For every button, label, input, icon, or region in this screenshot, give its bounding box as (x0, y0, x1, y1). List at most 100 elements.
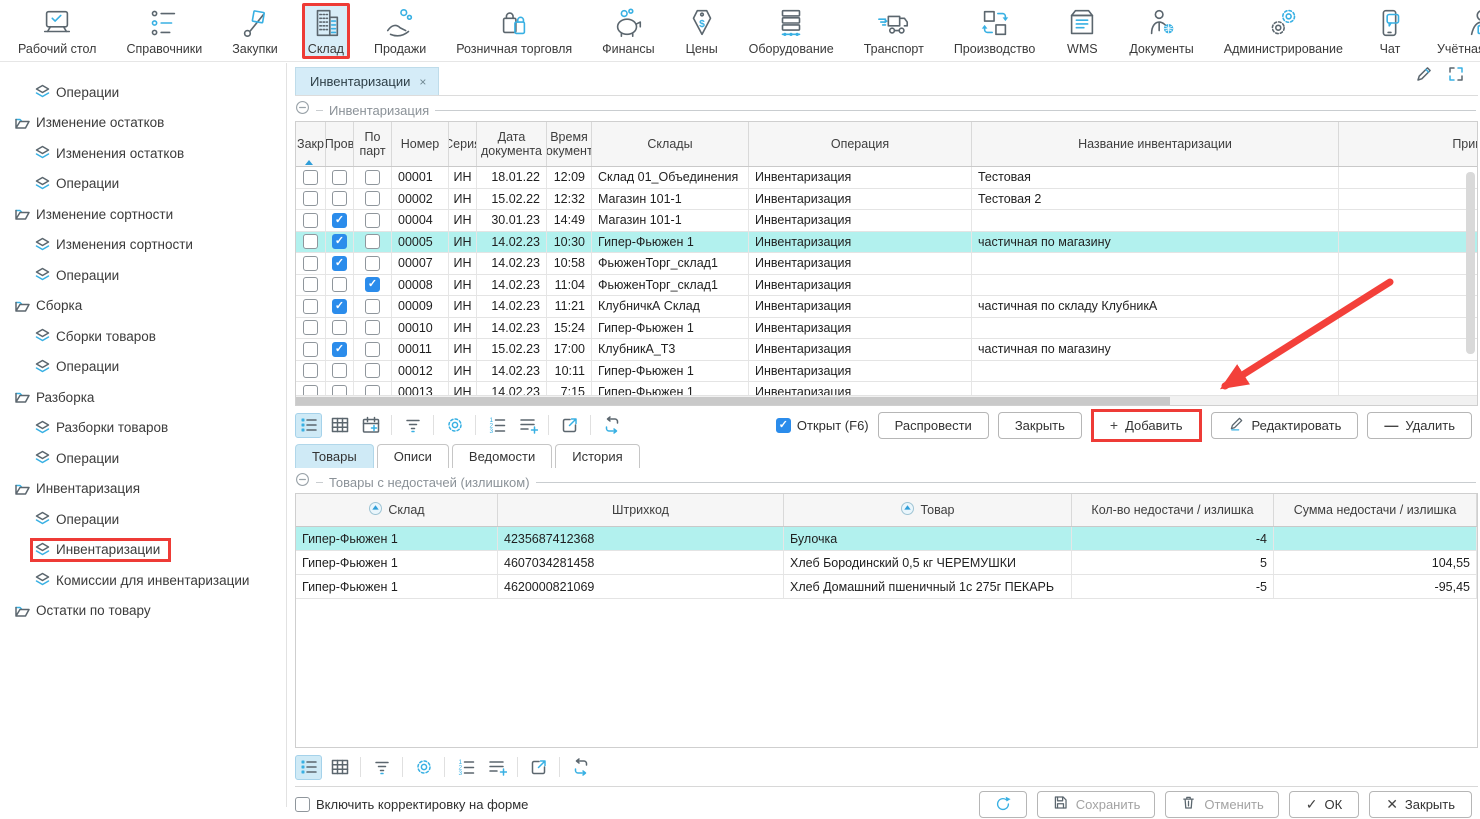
col-doc-date[interactable]: Дата документа (477, 122, 547, 166)
edit-pencil-icon[interactable] (1414, 64, 1434, 89)
ok-button[interactable]: ✓ОК (1289, 791, 1359, 818)
by-batch-checkbox[interactable] (365, 256, 380, 271)
posted-checkbox[interactable] (332, 256, 347, 271)
enable-adjustment-checkbox[interactable] (295, 797, 310, 812)
closed-checkbox[interactable] (303, 342, 318, 357)
close-doc-button[interactable]: Закрыть (998, 412, 1082, 439)
table-row[interactable]: 00005 ИН 14.02.23 10:30 Гипер-Фьюжен 1 И… (296, 232, 1477, 254)
sidebar-item[interactable]: Сборка (0, 291, 286, 322)
col-barcode[interactable]: Штрихкод (498, 494, 784, 526)
ribbon-item-production[interactable]: Производство (948, 3, 1042, 59)
ribbon-item-administration[interactable]: Администрирование (1218, 3, 1349, 59)
ribbon-item-retail[interactable]: Розничная торговля (450, 3, 578, 59)
sidebar-item[interactable]: Операции (0, 77, 286, 108)
vertical-scrollbar[interactable] (1466, 172, 1475, 354)
posted-checkbox[interactable] (332, 277, 347, 292)
settings-button[interactable] (441, 413, 468, 438)
ribbon-item-account[interactable]: Учётная запись (1431, 3, 1480, 59)
table-row[interactable]: 00004 ИН 30.01.23 14:49 Магазин 101-1 Ин… (296, 210, 1477, 232)
posted-checkbox[interactable] (332, 363, 347, 378)
view-calendar-button[interactable] (357, 413, 384, 438)
sidebar-item[interactable]: Инвентаризация (0, 474, 286, 505)
sidebar-item[interactable]: Изменение остатков (0, 108, 286, 139)
table-row[interactable]: 00002 ИН 15.02.22 12:32 Магазин 101-1 Ин… (296, 189, 1477, 211)
open-f6-checkbox[interactable] (776, 418, 791, 433)
sidebar-item[interactable]: Разборки товаров (0, 413, 286, 444)
col-posted[interactable]: Пров (326, 122, 354, 166)
view-grid-button[interactable] (326, 755, 353, 780)
reload-button[interactable] (567, 755, 594, 780)
sidebar-item[interactable]: Операции (0, 443, 286, 474)
posted-checkbox[interactable] (332, 320, 347, 335)
col-inventory-name[interactable]: Название инвентаризации (972, 122, 1339, 166)
posted-checkbox[interactable] (332, 191, 347, 206)
posted-checkbox[interactable] (332, 342, 347, 357)
by-batch-checkbox[interactable] (365, 320, 380, 335)
sidebar-item[interactable]: Операции (0, 260, 286, 291)
ribbon-item-warehouse[interactable]: Склад (302, 3, 350, 59)
posted-checkbox[interactable] (332, 170, 347, 185)
by-batch-checkbox[interactable] (365, 363, 380, 378)
collapse-icon[interactable] (295, 100, 310, 120)
open-external-button[interactable] (556, 413, 583, 438)
table-row[interactable]: 00009 ИН 14.02.23 11:21 КлубничкА Склад … (296, 296, 1477, 318)
edit-button[interactable]: Редактировать (1211, 412, 1359, 439)
numbered-list-button[interactable]: 123 (452, 755, 479, 780)
table-row[interactable]: 00012 ИН 14.02.23 10:11 Гипер-Фьюжен 1 И… (296, 361, 1477, 383)
add-list-button[interactable] (483, 755, 510, 780)
table-row[interactable]: 00007 ИН 14.02.23 10:58 ФьюженТорг_склад… (296, 253, 1477, 275)
sidebar-item[interactable]: Изменения остатков (0, 138, 286, 169)
table-row[interactable]: 00013 ИН 14.02.23 7:15 Гипер-Фьюжен 1 Ин… (296, 382, 1477, 396)
by-batch-checkbox[interactable] (365, 299, 380, 314)
filter-button[interactable] (368, 755, 395, 780)
ribbon-item-documents[interactable]: Документы (1123, 3, 1199, 59)
detail-tab[interactable]: Ведомости (452, 444, 552, 468)
unpost-button[interactable]: Распровести (878, 412, 989, 439)
close-form-button[interactable]: ✕Закрыть (1369, 791, 1472, 818)
col-operation[interactable]: Операция (749, 122, 972, 166)
view-list-button[interactable] (295, 413, 322, 438)
col-warehouses[interactable]: Склады (592, 122, 749, 166)
sidebar-item[interactable]: Инвентаризации (0, 535, 286, 566)
reload-button[interactable] (598, 413, 625, 438)
sidebar-item[interactable]: Сборки товаров (0, 321, 286, 352)
col-number[interactable]: Номер (392, 122, 449, 166)
by-batch-checkbox[interactable] (365, 342, 380, 357)
closed-checkbox[interactable] (303, 277, 318, 292)
ribbon-item-wms[interactable]: WMS (1059, 3, 1105, 59)
col-warehouse[interactable]: Склад (296, 494, 498, 526)
col-by-batch[interactable]: По парт (354, 122, 392, 166)
sidebar-item[interactable]: Изменения сортности (0, 230, 286, 261)
view-grid-button[interactable] (326, 413, 353, 438)
table-row[interactable]: Гипер-Фьюжен 1 4607034281458 Хлеб Бороди… (296, 551, 1477, 575)
numbered-list-button[interactable]: 123 (483, 413, 510, 438)
by-batch-checkbox[interactable] (365, 191, 380, 206)
closed-checkbox[interactable] (303, 191, 318, 206)
sidebar-item[interactable]: Остатки по товару (0, 596, 286, 627)
ribbon-item-sales[interactable]: Продажи (368, 3, 432, 59)
closed-checkbox[interactable] (303, 213, 318, 228)
ribbon-item-finance[interactable]: Финансы (596, 3, 660, 59)
settings-button[interactable] (410, 755, 437, 780)
col-doc-time[interactable]: Время документа (547, 122, 592, 166)
ribbon-item-purchases[interactable]: Закупки (226, 3, 284, 59)
table-row[interactable]: Гипер-Фьюжен 1 4235687412368 Булочка -4 (296, 527, 1477, 551)
ribbon-item-prices[interactable]: $ Цены (679, 3, 725, 59)
col-note[interactable]: Примечание (1339, 122, 1478, 166)
delete-button[interactable]: —Удалить (1367, 412, 1472, 439)
save-button[interactable]: Сохранить (1037, 791, 1156, 818)
col-shortage-qty[interactable]: Кол-во недостачи / излишка (1072, 494, 1274, 526)
posted-checkbox[interactable] (332, 234, 347, 249)
by-batch-checkbox[interactable] (365, 170, 380, 185)
col-closed[interactable]: Закр (296, 122, 326, 166)
sidebar-item[interactable]: Операции (0, 169, 286, 200)
refresh-button[interactable] (979, 791, 1027, 818)
closed-checkbox[interactable] (303, 363, 318, 378)
col-series[interactable]: Серия (449, 122, 477, 166)
sidebar-item[interactable]: Разборка (0, 382, 286, 413)
by-batch-checkbox[interactable] (365, 213, 380, 228)
sidebar-item[interactable]: Операции (0, 352, 286, 383)
col-product[interactable]: Товар (784, 494, 1072, 526)
ribbon-item-transport[interactable]: Транспорт (858, 3, 930, 59)
closed-checkbox[interactable] (303, 170, 318, 185)
